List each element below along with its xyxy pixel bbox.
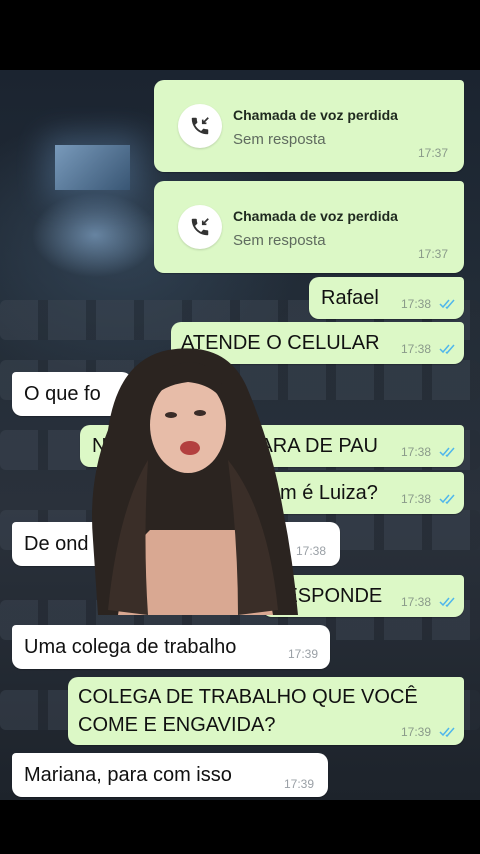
read-ticks-icon	[439, 299, 455, 310]
call-subtitle: Sem resposta	[233, 131, 326, 148]
top-black-bar	[0, 0, 480, 70]
timestamp: 17:38	[401, 342, 432, 356]
bottom-black-bar	[0, 800, 480, 854]
read-ticks-icon	[439, 597, 455, 608]
message-bubble-out[interactable]: Rafael 17:38	[309, 277, 464, 319]
call-subtitle: Sem resposta	[233, 232, 326, 249]
timestamp: 17:37	[417, 146, 448, 160]
timestamp: 17:39	[401, 725, 432, 739]
read-ticks-icon	[439, 494, 455, 505]
person-overlay	[88, 340, 298, 615]
read-ticks-icon	[439, 727, 455, 738]
missed-call-icon	[178, 104, 222, 148]
message-text: De ond	[24, 533, 89, 555]
missed-call-bubble[interactable]: Chamada de voz perdida Sem resposta 17:3…	[154, 80, 464, 172]
message-text: Mariana, para com isso	[24, 764, 232, 786]
timestamp: 17:38	[401, 297, 432, 311]
timestamp: 17:38	[401, 492, 432, 506]
message-bubble-in[interactable]: Mariana, para com isso 17:39	[12, 753, 328, 797]
message-text: Rafael	[321, 287, 379, 309]
message-bubble-out[interactable]: COLEGA DE TRABALHO QUE VOCÊ COME E ENGAV…	[68, 677, 464, 745]
read-ticks-icon	[439, 344, 455, 355]
timestamp: 17:38	[401, 595, 432, 609]
message-text: COME E ENGAVIDA?	[78, 714, 276, 736]
timestamp: 17:39	[284, 777, 315, 791]
missed-call-icon	[178, 205, 222, 249]
cinema-screen	[55, 145, 130, 190]
timestamp: 17:39	[288, 647, 319, 661]
timestamp: 17:37	[417, 247, 448, 261]
message-text: Uma colega de trabalho	[24, 636, 237, 658]
missed-call-bubble[interactable]: Chamada de voz perdida Sem resposta 17:3…	[154, 181, 464, 273]
call-title: Chamada de voz perdida	[233, 208, 398, 224]
message-text: COLEGA DE TRABALHO QUE VOCÊ	[78, 686, 418, 708]
timestamp: 17:38	[401, 445, 432, 459]
timestamp: 17:38	[296, 544, 327, 558]
read-ticks-icon	[439, 447, 455, 458]
call-title: Chamada de voz perdida	[233, 107, 398, 123]
message-bubble-in[interactable]: Uma colega de trabalho 17:39	[12, 625, 330, 669]
